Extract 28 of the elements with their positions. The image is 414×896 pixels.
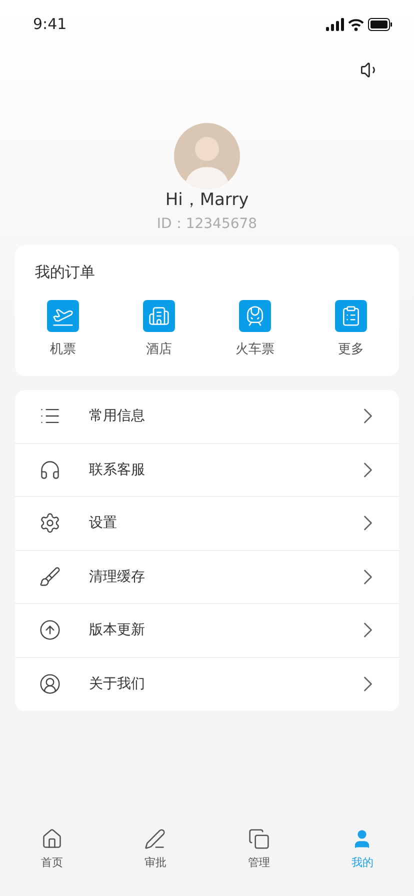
greeting: Hi，Marry	[165, 189, 249, 211]
plane-icon	[47, 300, 79, 332]
order-item[interactable]: 火车票	[207, 300, 303, 358]
menu-item[interactable]: 关于我们	[15, 658, 399, 711]
pen-icon	[144, 828, 166, 850]
user-id: ID：12345678	[156, 215, 258, 233]
train-icon	[239, 300, 271, 332]
menu-item[interactable]: 版本更新	[15, 604, 399, 658]
clipboard-icon	[335, 300, 367, 332]
battery-icon	[368, 18, 392, 30]
status-time: 9:41	[33, 15, 67, 33]
copy-icon	[248, 828, 270, 850]
tab-item[interactable]: 首页	[0, 828, 104, 870]
tab-item[interactable]: 审批	[104, 828, 207, 870]
tab-item[interactable]: 管理	[207, 828, 310, 870]
orders-title: 我的订单	[34, 263, 96, 282]
menu-item[interactable]: 联系客服	[15, 444, 399, 497]
order-item[interactable]: 更多	[303, 300, 399, 358]
order-item[interactable]: 机票	[15, 300, 111, 358]
building-icon	[143, 300, 175, 332]
menu-item[interactable]: 常用信息	[15, 390, 399, 444]
wifi-icon	[348, 18, 364, 30]
brush-icon	[39, 566, 63, 588]
menu-item[interactable]: 清理缓存	[15, 550, 399, 604]
menu-item[interactable]: 设置	[15, 497, 399, 550]
home-icon	[40, 828, 63, 850]
order-item[interactable]: 酒店	[111, 300, 207, 358]
signal-icon	[326, 18, 344, 30]
